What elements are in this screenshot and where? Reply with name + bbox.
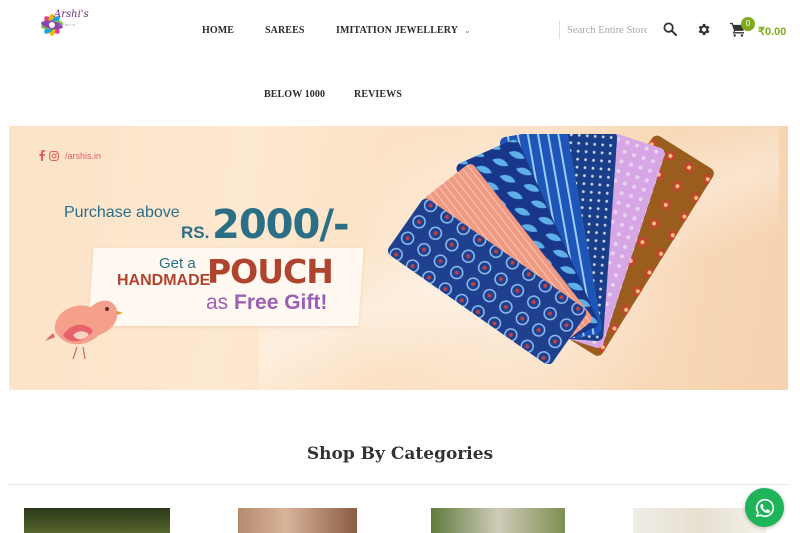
- pouches-image: [388, 134, 714, 364]
- promo-free-gift-text: Free Gift!: [234, 291, 328, 314]
- whatsapp-chat-button[interactable]: [745, 488, 784, 527]
- nav-item-label: IMITATION JEWELLERY: [336, 25, 459, 36]
- search-divider: [559, 21, 560, 39]
- social-links: /arshis.in: [39, 150, 101, 161]
- nav-item-home[interactable]: HOME: [202, 25, 234, 36]
- nav-item-sarees[interactable]: SAREES: [265, 25, 305, 36]
- nav-item-reviews[interactable]: REVIEWS: [354, 89, 402, 100]
- promo-banner[interactable]: /arshis.in Purchase above RS. 2000/- Get…: [9, 126, 788, 390]
- nav-item-imitation-jewellery[interactable]: IMITATION JEWELLERY ⌄: [336, 25, 471, 36]
- section-divider: [9, 484, 788, 485]
- promo-pouch: POUCH: [207, 252, 334, 291]
- chevron-down-icon: ⌄: [464, 26, 471, 35]
- cart-count-badge: 0: [741, 17, 755, 31]
- nav-item-below-1000[interactable]: BELOW 1000: [264, 89, 325, 100]
- whatsapp-icon: [755, 498, 774, 517]
- search-input[interactable]: [567, 21, 647, 39]
- facebook-icon: [39, 150, 45, 161]
- promo-line1: Purchase above: [64, 204, 180, 221]
- promo-amount: 2000/-: [212, 202, 350, 248]
- social-handle: /arshis.in: [65, 150, 102, 161]
- logo-text: Arshi's: [54, 9, 89, 20]
- promo-free-gift: as Free Gift!: [206, 291, 327, 315]
- category-thumbnail[interactable]: [431, 508, 565, 533]
- search-icon[interactable]: [663, 22, 677, 36]
- section-title-shop-by-categories: Shop By Categories: [306, 444, 494, 464]
- promo-get-a: Get a: [159, 255, 196, 272]
- category-thumbnail[interactable]: [238, 508, 357, 533]
- promo-as: as: [206, 291, 229, 314]
- instagram-icon: [49, 150, 59, 161]
- logo-tagline: ARSHIS.IN: [58, 23, 76, 27]
- bird-illustration: [45, 300, 123, 360]
- promo-currency: RS.: [181, 223, 210, 242]
- cart-total: ₹0.00: [758, 26, 787, 38]
- promo-handmade: HANDMADE: [117, 272, 211, 289]
- category-thumbnail[interactable]: [24, 508, 170, 533]
- gear-icon[interactable]: [696, 22, 711, 37]
